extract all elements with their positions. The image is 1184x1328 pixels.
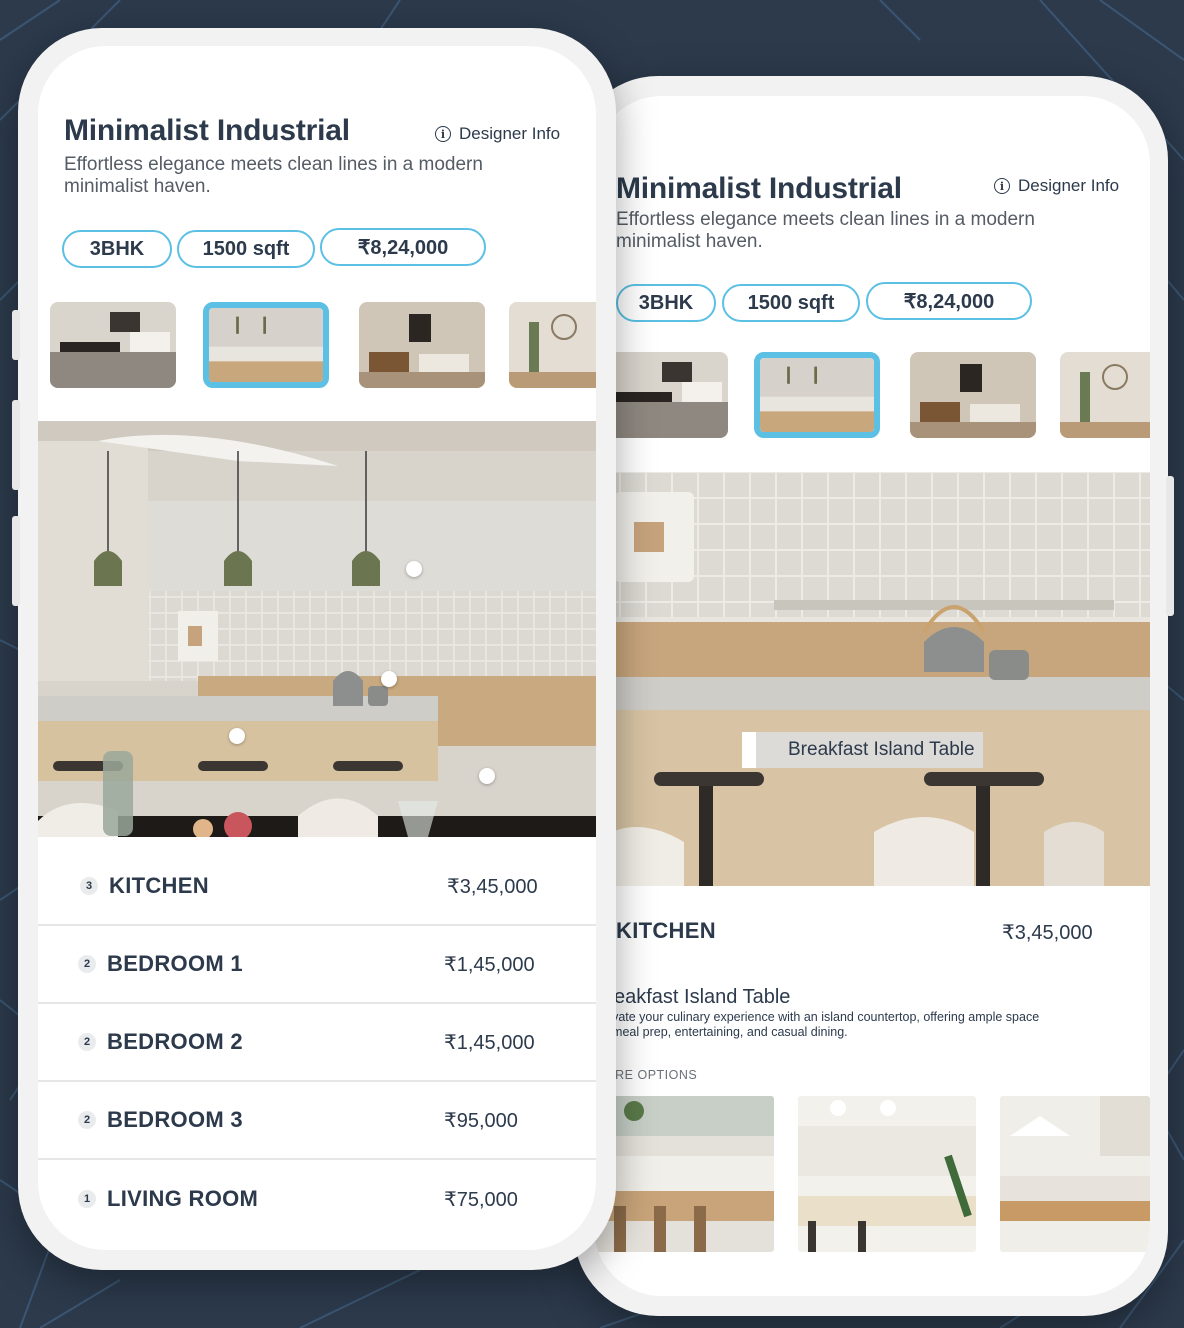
room-row-bedroom-2[interactable]: 2 BEDROOM 2 ₹1,45,000 — [38, 1004, 596, 1082]
page-subtitle: Effortless elegance meets clean lines in… — [616, 209, 1035, 253]
room-count-badge: 2 — [78, 955, 96, 973]
room-price: ₹1,45,000 — [444, 953, 535, 976]
chip-price[interactable]: ₹8,24,000 — [320, 228, 486, 266]
thumbnail-dining[interactable] — [50, 302, 176, 388]
info-circle-icon: i — [435, 126, 451, 142]
phone-right: Minimalist Industrial i Designer Info Ef… — [574, 76, 1174, 1316]
subtitle-line: Effortless elegance meets clean lines in… — [64, 154, 483, 175]
chip-area[interactable]: 1500 sqft — [722, 284, 860, 322]
thumbnail-hallway[interactable] — [1060, 352, 1150, 438]
page-title: Minimalist Industrial — [64, 114, 350, 147]
hotspot-tag-breakfast-island[interactable]: Breakfast Island Table — [742, 732, 983, 768]
chip-area[interactable]: 1500 sqft — [177, 230, 315, 268]
room-count-badge: 3 — [80, 877, 98, 895]
option-card-2[interactable] — [798, 1096, 976, 1252]
room-hero-image-zoomed[interactable] — [594, 472, 1150, 886]
option-card-1[interactable] — [594, 1096, 774, 1252]
description-line: for meal prep, entertaining, and casual … — [594, 1025, 848, 1039]
item-description: Elevate your culinary experience with an… — [594, 1010, 1039, 1040]
chip-price[interactable]: ₹8,24,000 — [866, 282, 1032, 320]
room-name: LIVING ROOM — [107, 1186, 259, 1211]
option-card-3[interactable] — [1000, 1096, 1150, 1252]
room-count-badge: 2 — [78, 1111, 96, 1129]
chip-bhk[interactable]: 3BHK — [616, 284, 716, 322]
subtitle-line: Effortless elegance meets clean lines in… — [616, 209, 1035, 230]
phone-side-button — [12, 516, 20, 606]
right-screen: Minimalist Industrial i Designer Info Ef… — [594, 96, 1150, 1296]
room-name: KITCHEN — [109, 873, 209, 898]
thumbnail-living[interactable] — [910, 352, 1036, 438]
room-count-badge: 2 — [78, 1033, 96, 1051]
item-title: Breakfast Island Table — [594, 986, 791, 1008]
phone-side-button — [12, 400, 20, 490]
subtitle-line: minimalist haven. — [616, 231, 763, 252]
thumbnail-dining[interactable] — [602, 352, 728, 438]
designer-info-label: Designer Info — [1018, 176, 1120, 195]
room-count-badge: 1 — [78, 1190, 96, 1208]
room-name: KITCHEN — [616, 918, 716, 943]
room-price: ₹3,45,000 — [1002, 922, 1093, 944]
description-line: Elevate your culinary experience with an… — [594, 1010, 1040, 1024]
phone-side-button — [1166, 476, 1174, 616]
room-row-living-room[interactable]: 1 LIVING ROOM ₹75,000 — [38, 1160, 596, 1238]
hotspot-marker[interactable] — [381, 671, 397, 687]
page-title: Minimalist Industrial — [616, 172, 902, 205]
page-subtitle: Effortless elegance meets clean lines in… — [64, 154, 483, 198]
phone-side-button — [12, 310, 20, 360]
room-row-bedroom-3[interactable]: 2 BEDROOM 3 ₹95,000 — [38, 1082, 596, 1160]
room-price: ₹95,000 — [444, 1109, 518, 1132]
room-price: ₹75,000 — [444, 1188, 518, 1211]
hotspot-marker[interactable] — [229, 728, 245, 744]
phone-left: Minimalist Industrial i Designer Info Ef… — [12, 28, 616, 1270]
room-price: ₹1,45,000 — [444, 1031, 535, 1054]
thumbnail-hallway[interactable] — [509, 302, 596, 388]
designer-info-label: Designer Info — [459, 124, 561, 143]
thumbnail-living[interactable] — [359, 302, 485, 388]
thumbnail-kitchen-selected[interactable] — [754, 352, 880, 438]
room-name: BEDROOM 2 — [107, 1029, 243, 1054]
hotspot-marker[interactable] — [479, 768, 495, 784]
subtitle-line: minimalist haven. — [64, 176, 211, 197]
room-name: BEDROOM 3 — [107, 1107, 243, 1132]
room-row-kitchen[interactable]: 3 KITCHEN ₹3,45,000 — [38, 848, 596, 926]
thumbnail-kitchen-selected[interactable] — [203, 302, 329, 388]
room-hero-image[interactable] — [38, 421, 596, 837]
chip-bhk[interactable]: 3BHK — [62, 230, 172, 268]
room-name: BEDROOM 1 — [107, 951, 243, 976]
info-circle-icon: i — [994, 178, 1010, 194]
room-price: ₹3,45,000 — [447, 875, 538, 898]
room-row-bedroom-1[interactable]: 2 BEDROOM 1 ₹1,45,000 — [38, 926, 596, 1004]
designer-info-link[interactable]: i Designer Info — [435, 124, 560, 144]
left-screen: Minimalist Industrial i Designer Info Ef… — [38, 46, 596, 1250]
hotspot-marker[interactable] — [406, 561, 422, 577]
designer-info-link[interactable]: i Designer Info — [994, 176, 1119, 196]
